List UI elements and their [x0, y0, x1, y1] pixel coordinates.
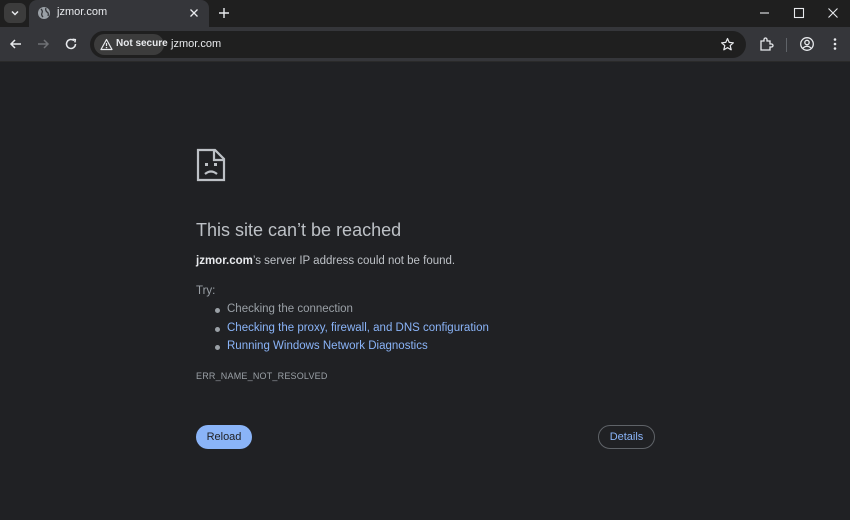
suggestion-list: Checking the connection Checking the pro… — [213, 303, 489, 359]
extensions-puzzle-icon[interactable] — [758, 36, 774, 52]
error-description: jzmor.com’s server IP address could not … — [196, 255, 455, 267]
back-arrow-icon[interactable] — [8, 36, 24, 52]
error-description-text: ’s server IP address could not be found. — [252, 255, 456, 267]
try-label: Try: — [196, 285, 216, 297]
address-bar[interactable]: Not secure jzmor.com — [90, 31, 746, 58]
warning-icon — [100, 38, 113, 51]
error-heading: This site can’t be reached — [196, 220, 402, 240]
suggestion-item: Checking the proxy, firewall, and DNS co… — [213, 322, 489, 341]
maximize-icon[interactable] — [790, 4, 808, 22]
reload-button[interactable]: Reload — [196, 425, 252, 449]
toolbar-separator — [786, 38, 787, 52]
new-tab-icon[interactable] — [216, 5, 232, 21]
kebab-menu-icon[interactable] — [827, 36, 843, 52]
error-page: This site can’t be reached jzmor.com’s s… — [0, 62, 850, 520]
bookmark-star-icon[interactable] — [720, 37, 735, 52]
sad-page-icon — [196, 148, 226, 182]
details-button[interactable]: Details — [598, 425, 655, 449]
suggestion-link-network-diagnostics[interactable]: Running Windows Network Diagnostics — [227, 340, 428, 352]
minimize-icon[interactable] — [756, 4, 774, 22]
suggestion-item: Checking the connection — [213, 303, 489, 322]
suggestion-item: Running Windows Network Diagnostics — [213, 340, 489, 359]
chevron-down-icon — [11, 10, 19, 16]
tab-search-button[interactable] — [4, 3, 26, 23]
suggestion-link-proxy-firewall-dns[interactable]: Checking the proxy, firewall, and DNS co… — [227, 322, 489, 334]
error-code: ERR_NAME_NOT_RESOLVED — [196, 371, 328, 381]
globe-icon — [38, 7, 50, 19]
tab-title: jzmor.com — [57, 6, 108, 18]
tab-active[interactable]: jzmor.com — [29, 0, 209, 27]
url-text[interactable]: jzmor.com — [171, 38, 221, 50]
security-chip-label: Not secure — [116, 38, 168, 49]
error-host: jzmor.com — [196, 255, 253, 267]
tab-strip: jzmor.com — [0, 0, 850, 27]
profile-icon[interactable] — [799, 36, 815, 52]
security-chip[interactable]: Not secure — [94, 34, 168, 55]
close-window-icon[interactable] — [824, 4, 842, 22]
browser-toolbar: Not secure jzmor.com — [0, 27, 850, 62]
reload-icon[interactable] — [63, 36, 79, 52]
close-tab-icon[interactable] — [187, 6, 201, 20]
forward-arrow-icon[interactable] — [35, 36, 51, 52]
suggestion-check-connection: Checking the connection — [227, 303, 353, 315]
